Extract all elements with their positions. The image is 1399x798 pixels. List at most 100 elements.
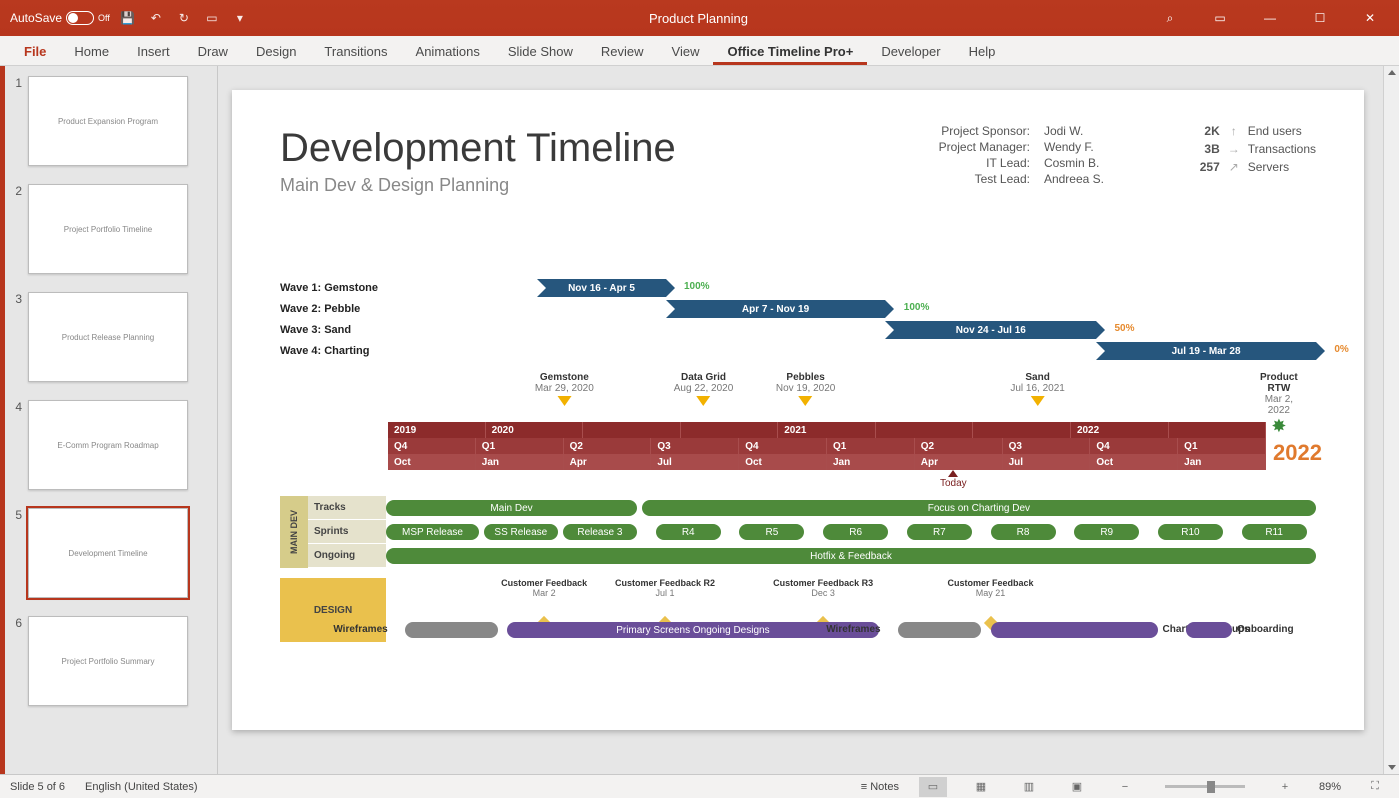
design-task-bar[interactable] bbox=[405, 622, 498, 638]
slide-title[interactable]: Development Timeline bbox=[280, 126, 1316, 171]
tab-draw[interactable]: Draw bbox=[184, 38, 242, 65]
tab-view[interactable]: View bbox=[658, 38, 714, 65]
tab-review[interactable]: Review bbox=[587, 38, 658, 65]
task-pill[interactable]: Hotfix & Feedback bbox=[386, 548, 1316, 564]
wave-percent: 0% bbox=[1334, 344, 1348, 355]
scroll-up-icon[interactable] bbox=[1388, 70, 1396, 75]
search-icon[interactable]: ⌕ bbox=[1147, 0, 1193, 36]
slide-thumbnail[interactable]: Development Timeline bbox=[28, 508, 188, 598]
tab-developer[interactable]: Developer bbox=[867, 38, 954, 65]
task-pill[interactable]: Focus on Charting Dev bbox=[642, 500, 1316, 516]
design-task-bar[interactable] bbox=[1186, 622, 1233, 638]
task-pill[interactable]: Release 3 bbox=[563, 524, 637, 540]
minimize-icon[interactable]: — bbox=[1247, 0, 1293, 36]
design-task-bar[interactable] bbox=[898, 622, 982, 638]
design-task-bar[interactable]: Primary Screens Ongoing Designs bbox=[507, 622, 879, 638]
autosave-toggle[interactable]: AutoSave Off bbox=[10, 11, 110, 25]
slide-canvas-wrap[interactable]: Development Timeline Main Dev & Design P… bbox=[218, 66, 1399, 774]
kpi-number: 2K bbox=[1200, 124, 1220, 138]
thumb-number: 4 bbox=[8, 400, 22, 490]
lane-row-header: Ongoing bbox=[308, 544, 386, 567]
task-pill[interactable]: R11 bbox=[1242, 524, 1307, 540]
milestone[interactable]: SandJul 16, 2021 bbox=[1010, 372, 1065, 406]
task-pill[interactable]: Main Dev bbox=[386, 500, 637, 516]
slide-thumbnail[interactable]: Project Portfolio Timeline bbox=[28, 184, 188, 274]
milestone-marker-icon bbox=[1031, 396, 1045, 406]
thumb-number: 1 bbox=[8, 76, 22, 166]
fit-window-icon[interactable]: ⛶ bbox=[1361, 777, 1389, 797]
slide-thumbnail[interactable]: Project Portfolio Summary bbox=[28, 616, 188, 706]
milestone[interactable]: PebblesNov 19, 2020 bbox=[776, 372, 836, 406]
meta-label: Project Sponsor: bbox=[939, 124, 1030, 138]
close-icon[interactable]: ✕ bbox=[1347, 0, 1393, 36]
slide-thumbnail[interactable]: E-Comm Program Roadmap bbox=[28, 400, 188, 490]
scale-cell: Oct bbox=[1090, 454, 1178, 470]
milestone[interactable]: Data GridAug 22, 2020 bbox=[674, 372, 734, 406]
scale-cell bbox=[583, 422, 681, 438]
milestone-marker-icon bbox=[697, 396, 711, 406]
tab-file[interactable]: File bbox=[10, 38, 60, 65]
task-pill[interactable]: R9 bbox=[1074, 524, 1139, 540]
design-task-bar[interactable] bbox=[991, 622, 1158, 638]
normal-view-icon[interactable]: ▭ bbox=[919, 777, 947, 797]
scale-cell bbox=[973, 422, 1071, 438]
scale-cell: Jan bbox=[827, 454, 915, 470]
zoom-in-icon[interactable]: + bbox=[1271, 777, 1299, 797]
scale-cell: Q3 bbox=[1003, 438, 1091, 454]
tab-design[interactable]: Design bbox=[242, 38, 310, 65]
vertical-scrollbar[interactable] bbox=[1383, 66, 1399, 774]
task-pill[interactable]: R4 bbox=[656, 524, 721, 540]
wave-section: Wave 1: GemstoneNov 16 - Apr 5100%Wave 2… bbox=[280, 278, 1316, 362]
undo-icon[interactable]: ↶ bbox=[146, 8, 166, 28]
wave-label: Wave 4: Charting bbox=[280, 345, 400, 357]
slideshow-view-icon[interactable]: ▣ bbox=[1063, 777, 1091, 797]
zoom-slider[interactable] bbox=[1165, 785, 1245, 788]
scale-cell: Q1 bbox=[476, 438, 564, 454]
reading-view-icon[interactable]: ▥ bbox=[1015, 777, 1043, 797]
scale-cell: Jul bbox=[651, 454, 739, 470]
main-area: 1Product Expansion Program2Project Portf… bbox=[0, 66, 1399, 774]
maximize-icon[interactable]: ☐ bbox=[1297, 0, 1343, 36]
wave-bar[interactable]: Jul 19 - Mar 28 bbox=[1096, 342, 1316, 360]
scale-cell: 2022 bbox=[1071, 422, 1169, 438]
present-icon[interactable]: ▭ bbox=[202, 8, 222, 28]
milestone[interactable]: GemstoneMar 29, 2020 bbox=[535, 372, 594, 406]
scale-cell: Apr bbox=[564, 454, 652, 470]
zoom-level[interactable]: 89% bbox=[1319, 781, 1341, 793]
slide-canvas[interactable]: Development Timeline Main Dev & Design P… bbox=[232, 90, 1364, 730]
project-meta: Project Sponsor:Jodi W.Project Manager:W… bbox=[939, 124, 1104, 186]
kpi-number: 3B bbox=[1200, 142, 1220, 156]
zoom-out-icon[interactable]: − bbox=[1111, 777, 1139, 797]
thumbnail-panel[interactable]: 1Product Expansion Program2Project Portf… bbox=[0, 66, 218, 774]
task-pill[interactable]: R7 bbox=[907, 524, 972, 540]
notes-toggle[interactable]: ≡ Notes bbox=[861, 781, 899, 793]
redo-icon[interactable]: ↻ bbox=[174, 8, 194, 28]
task-pill[interactable]: R6 bbox=[823, 524, 888, 540]
wave-bar[interactable]: Apr 7 - Nov 19 bbox=[666, 300, 886, 318]
tab-office-timeline-pro-[interactable]: Office Timeline Pro+ bbox=[713, 38, 867, 65]
wave-bar[interactable]: Nov 16 - Apr 5 bbox=[537, 279, 665, 297]
bar-label: Onboarding bbox=[1237, 624, 1294, 635]
tab-slide-show[interactable]: Slide Show bbox=[494, 38, 587, 65]
task-pill[interactable]: R5 bbox=[739, 524, 804, 540]
tab-insert[interactable]: Insert bbox=[123, 38, 184, 65]
sorter-view-icon[interactable]: ▦ bbox=[967, 777, 995, 797]
save-icon[interactable]: 💾 bbox=[118, 8, 138, 28]
wave-bar[interactable]: Nov 24 - Jul 16 bbox=[885, 321, 1096, 339]
task-pill[interactable]: MSP Release bbox=[386, 524, 479, 540]
task-pill[interactable]: R8 bbox=[991, 524, 1056, 540]
scroll-down-icon[interactable] bbox=[1388, 765, 1396, 770]
tab-home[interactable]: Home bbox=[60, 38, 123, 65]
qat-more-icon[interactable]: ▾ bbox=[230, 8, 250, 28]
tab-help[interactable]: Help bbox=[955, 38, 1010, 65]
tab-animations[interactable]: Animations bbox=[402, 38, 494, 65]
slide-thumbnail[interactable]: Product Release Planning bbox=[28, 292, 188, 382]
meta-value: Andreea S. bbox=[1044, 172, 1104, 186]
language-status[interactable]: English (United States) bbox=[85, 781, 198, 793]
task-pill[interactable]: SS Release bbox=[484, 524, 558, 540]
ribbon-display-icon[interactable]: ▭ bbox=[1197, 0, 1243, 36]
slide-thumbnail[interactable]: Product Expansion Program bbox=[28, 76, 188, 166]
tab-transitions[interactable]: Transitions bbox=[310, 38, 401, 65]
task-pill[interactable]: R10 bbox=[1158, 524, 1223, 540]
slide-subtitle[interactable]: Main Dev & Design Planning bbox=[280, 175, 1316, 196]
